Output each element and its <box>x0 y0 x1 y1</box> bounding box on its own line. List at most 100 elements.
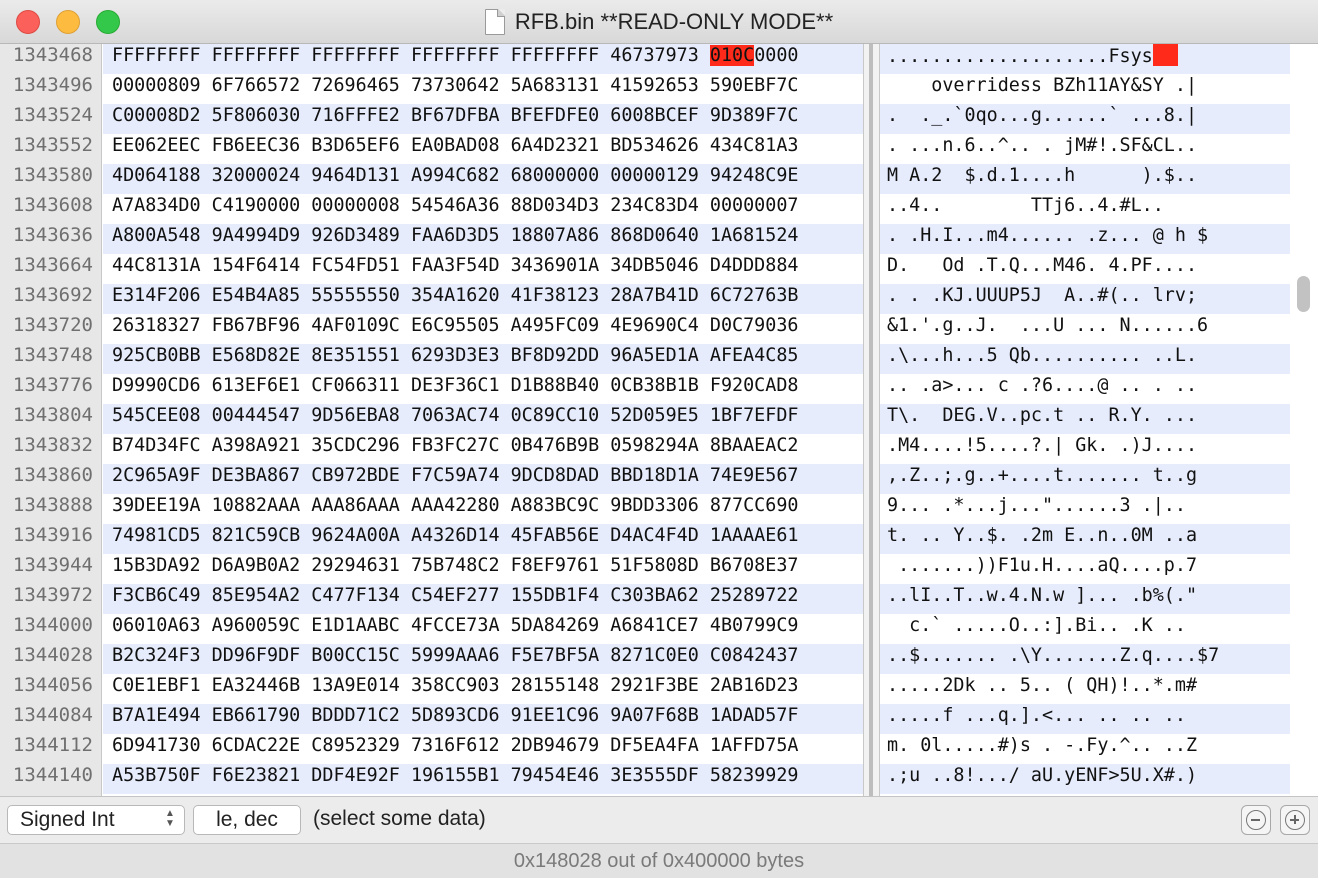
hex-row[interactable]: 4D064188 32000024 9464D131 A994C682 6800… <box>103 164 863 194</box>
ascii-row[interactable]: .....f ...q.].<... .. .. .. <box>880 704 1290 734</box>
add-button[interactable] <box>1280 805 1310 835</box>
hex-cursor-byte[interactable]: 010C <box>709 45 755 66</box>
offset-label: 1343608 <box>12 194 93 216</box>
offset-column: 1343468 1343496 1343524 1343552 1343580 13436… <box>0 44 102 796</box>
hex-row[interactable]: C00008D2 5F806030 716FFFE2 BF67DFBA BFEF… <box>103 104 863 134</box>
ascii-row[interactable]: . . .KJ.UUUP5J A..#(.. lrv; <box>880 284 1290 314</box>
hex-row[interactable]: B74D34FC A398A921 35CDC296 FB3FC27C 0B47… <box>103 434 863 464</box>
data-type-value: Signed Int <box>20 808 115 831</box>
ascii-row[interactable]: .M4....!5....?.| Gk. .)J.... <box>880 434 1290 464</box>
minus-circle-icon <box>1246 810 1266 830</box>
ascii-row-text: ....................Fsys <box>887 46 1153 67</box>
ascii-row[interactable]: m. 0l.....#)s . -.Fy.^.. ..Z <box>880 734 1290 764</box>
offset-label: 1343944 <box>12 554 93 576</box>
offset-label: 1343776 <box>12 374 93 396</box>
bottom-toolbar: Signed Int ▲ ▼ le, dec (select some data) <box>0 796 1318 844</box>
ascii-row[interactable]: .;u ..8!.../ aU.yENF>5U.X#.) <box>880 764 1290 794</box>
offset-label: 1343664 <box>12 254 93 276</box>
ascii-row[interactable]: overridess BZh11AY&SY .| <box>880 74 1290 104</box>
ascii-row[interactable]: D. Od .T.Q...M46. 4.PF.... <box>880 254 1290 284</box>
offset-label: 1344056 <box>12 674 93 696</box>
offset-label: 1343552 <box>12 134 93 156</box>
ascii-row[interactable]: M A.2 $.d.1....h ).$.. <box>880 164 1290 194</box>
hex-row[interactable]: EE062EEC FB6EEC36 B3D65EF6 EA0BAD08 6A4D… <box>103 134 863 164</box>
offset-label: 1343916 <box>12 524 93 546</box>
hex-row[interactable]: 925CB0BB E568D82E 8E351551 6293D3E3 BF8D… <box>103 344 863 374</box>
ascii-row[interactable]: ..lI..T..w.4.N.w ]... .b%(." <box>880 584 1290 614</box>
chevron-up-down-icon: ▲ ▼ <box>165 808 175 829</box>
offset-label: 1343720 <box>12 314 93 336</box>
hex-row[interactable]: 39DEE19A 10882AAA AAA86AAA AAA42280 A883… <box>103 494 863 524</box>
ascii-row[interactable]: 9... .*...j..."......3 .|.. <box>880 494 1290 524</box>
window-title-group: RFB.bin **READ-ONLY MODE** <box>0 0 1318 44</box>
ascii-row[interactable]: ,.Z..;.g..+....t....... t..g <box>880 464 1290 494</box>
scroll-thumb[interactable] <box>1297 276 1310 312</box>
endian-format-button[interactable]: le, dec <box>193 805 301 835</box>
hex-row[interactable]: B7A1E494 EB661790 BDDD71C2 5D893CD6 91EE… <box>103 704 863 734</box>
hex-row[interactable]: D9990CD6 613EF6E1 CF066311 DE3F36C1 D1B8… <box>103 374 863 404</box>
hex-row[interactable]: FFFFFFFF FFFFFFFF FFFFFFFF FFFFFFFF FFFF… <box>103 44 863 74</box>
ascii-row[interactable]: t. .. Y..$. .2m E..n..0M ..a <box>880 524 1290 554</box>
ascii-row[interactable]: .. .a>... c .?6....@ .. . .. <box>880 374 1290 404</box>
offset-label: 1344028 <box>12 644 93 666</box>
offset-label: 1343888 <box>12 494 93 516</box>
offset-label: 1344000 <box>12 614 93 636</box>
ascii-row[interactable]: ....................Fsys <box>880 44 1290 74</box>
ascii-row[interactable]: T\. DEG.V..pc.t .. R.Y. ... <box>880 404 1290 434</box>
ascii-row[interactable]: .\...h...5 Qb.......... ..L. <box>880 344 1290 374</box>
offset-label: 1343636 <box>12 224 93 246</box>
ascii-row[interactable]: . ...n.6..^.. . jM#!.SF&CL.. <box>880 134 1290 164</box>
hex-row[interactable]: 2C965A9F DE3BA867 CB972BDE F7C59A74 9DCD… <box>103 464 863 494</box>
hex-row[interactable]: 6D941730 6CDAC22E C8952329 7316F612 2DB9… <box>103 734 863 764</box>
pane-divider[interactable] <box>863 44 880 796</box>
hex-row[interactable]: 44C8131A 154F6414 FC54FD51 FAA3F54D 3436… <box>103 254 863 284</box>
hex-row[interactable]: E314F206 E54B4A85 55555550 354A1620 41F3… <box>103 284 863 314</box>
hex-row-prefix: FFFFFFFF FFFFFFFF FFFFFFFF FFFFFFFF FFFF… <box>112 45 710 66</box>
hex-pane[interactable]: FFFFFFFF FFFFFFFF FFFFFFFF FFFFFFFF FFFF… <box>103 44 863 796</box>
byte-position-status: 0x148028 out of 0x400000 bytes <box>513 850 805 872</box>
offset-label: 1343748 <box>12 344 93 366</box>
offset-label: 1343468 <box>12 44 93 66</box>
ascii-row[interactable]: c.` .....O..:].Bi.. .K .. <box>880 614 1290 644</box>
ascii-row[interactable]: .......))F1u.H....aQ....p.7 <box>880 554 1290 584</box>
plus-circle-icon <box>1285 810 1305 830</box>
offset-label: 1343804 <box>12 404 93 426</box>
status-bar: 0x148028 out of 0x400000 bytes <box>0 844 1318 878</box>
selection-value: (select some data) <box>313 807 486 830</box>
offset-label: 1343496 <box>12 74 93 96</box>
offset-label: 1343860 <box>12 464 93 486</box>
hex-row[interactable]: B2C324F3 DD96F9DF B00CC15C 5999AAA6 F5E7… <box>103 644 863 674</box>
ascii-row[interactable]: . .H.I...m4...... .z... @ h $ <box>880 224 1290 254</box>
offset-label: 1343692 <box>12 284 93 306</box>
ascii-row[interactable]: &1.'.g..J. ...U ... N......6 <box>880 314 1290 344</box>
hex-row[interactable]: 00000809 6F766572 72696465 73730642 5A68… <box>103 74 863 104</box>
offset-label: 1343832 <box>12 434 93 456</box>
hex-row[interactable]: F3CB6C49 85E954A2 C477F134 C54EF277 155D… <box>103 584 863 614</box>
offset-label: 1344140 <box>12 764 93 786</box>
hex-row[interactable]: 545CEE08 00444547 9D56EBA8 7063AC74 0C89… <box>103 404 863 434</box>
offset-label: 1343580 <box>12 164 93 186</box>
hex-row[interactable]: A800A548 9A4994D9 926D3489 FAA6D3D5 1880… <box>103 224 863 254</box>
hex-row[interactable]: 26318327 FB67BF96 4AF0109C E6C95505 A495… <box>103 314 863 344</box>
hex-row[interactable]: A7A834D0 C4190000 00000008 54546A36 88D0… <box>103 194 863 224</box>
hex-row[interactable]: 06010A63 A960059C E1D1AABC 4FCCE73A 5DA8… <box>103 614 863 644</box>
window-title: RFB.bin **READ-ONLY MODE** <box>514 9 834 34</box>
ascii-row[interactable]: .....2Dk .. 5.. ( QH)!..*.m# <box>880 674 1290 704</box>
ascii-pane[interactable]: ....................Fsys overridess BZh1… <box>880 44 1290 796</box>
remove-button[interactable] <box>1241 805 1271 835</box>
offset-label: 1343524 <box>12 104 93 126</box>
document-icon <box>484 9 505 35</box>
ascii-row[interactable]: ..4.. TTj6..4.#L.. <box>880 194 1290 224</box>
title-bar: RFB.bin **READ-ONLY MODE** <box>0 0 1318 44</box>
ascii-row[interactable]: ..$....... .\Y.......Z.q....$7 <box>880 644 1290 674</box>
data-type-select[interactable]: Signed Int ▲ ▼ <box>7 805 185 835</box>
hex-row[interactable]: 15B3DA92 D6A9B0A2 29294631 75B748C2 F8EF… <box>103 554 863 584</box>
ascii-cursor <box>1152 44 1178 66</box>
offset-label: 1344112 <box>12 734 93 756</box>
vertical-scrollbar[interactable] <box>1290 44 1318 796</box>
ascii-row[interactable]: . ._.`0qo...g......` ...8.| <box>880 104 1290 134</box>
hex-row[interactable]: 74981CD5 821C59CB 9624A00A A4326D14 45FA… <box>103 524 863 554</box>
hex-row[interactable]: A53B750F F6E23821 DDF4E92F 196155B1 7945… <box>103 764 863 794</box>
hex-row[interactable]: C0E1EBF1 EA32446B 13A9E014 358CC903 2815… <box>103 674 863 704</box>
offset-label: 1343972 <box>12 584 93 606</box>
